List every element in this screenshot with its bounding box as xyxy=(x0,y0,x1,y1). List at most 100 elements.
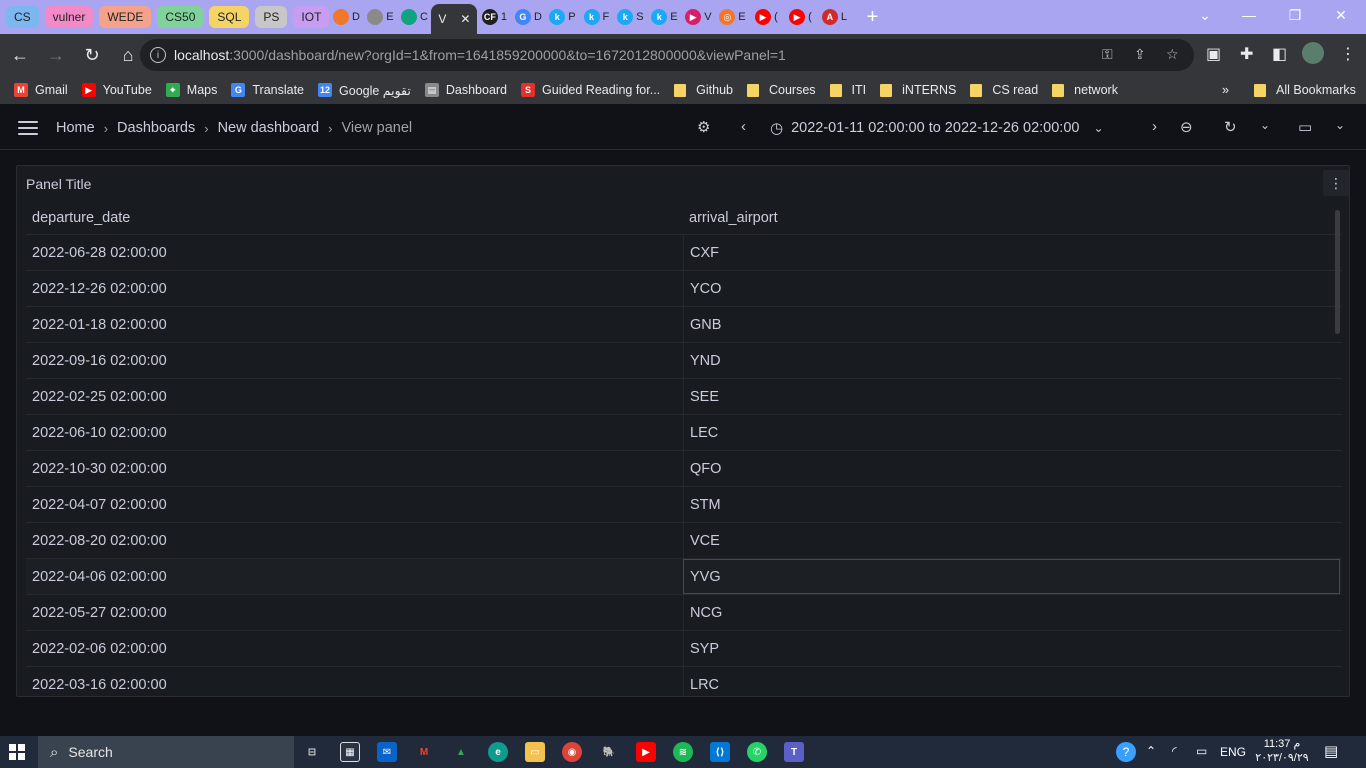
browser-tab[interactable]: AL xyxy=(817,0,851,34)
bookmark-folder[interactable]: Courses xyxy=(747,83,816,97)
column-header-arrival-airport[interactable]: arrival_airport xyxy=(683,202,1340,234)
column-header-departure-date[interactable]: departure_date xyxy=(26,202,683,234)
table-row[interactable]: 2022-03-16 02:00:00 LRC xyxy=(26,667,1342,696)
google-drive-icon[interactable]: ▲ xyxy=(451,742,471,762)
browser-tab[interactable]: D xyxy=(329,0,363,34)
browser-tab[interactable]: kS xyxy=(613,0,647,34)
browser-tab[interactable]: kP xyxy=(545,0,579,34)
spotify-icon[interactable]: ≋ xyxy=(673,742,693,762)
vscode-icon[interactable]: ⟨⟩ xyxy=(710,742,730,762)
table-row[interactable]: 2022-06-28 02:00:00 CXF xyxy=(26,235,1342,271)
edge-icon[interactable]: e xyxy=(488,742,508,762)
wifi-icon[interactable]: ◜ xyxy=(1172,744,1177,758)
table-row[interactable]: 2022-02-25 02:00:00 SEE xyxy=(26,379,1342,415)
tab-group-wede[interactable]: WEDE xyxy=(99,6,152,28)
tab-group-iot[interactable]: IOT xyxy=(293,6,330,28)
table-row[interactable]: 2022-10-30 02:00:00 QFO xyxy=(26,451,1342,487)
table-row[interactable]: 2022-12-26 02:00:00 YCO xyxy=(26,271,1342,307)
time-shift-forward-icon[interactable]: › xyxy=(1152,118,1157,135)
tv-mode-icon[interactable]: ▭ xyxy=(1298,118,1312,136)
browser-tab-active[interactable]: V ✕ xyxy=(431,4,478,34)
table-scrollbar[interactable] xyxy=(1335,210,1340,334)
browser-tab[interactable]: C xyxy=(397,0,431,34)
side-panel-icon[interactable]: ◧ xyxy=(1272,44,1287,64)
file-explorer-icon[interactable]: ▭ xyxy=(525,742,545,762)
new-tab-button[interactable]: + xyxy=(857,6,887,29)
share-icon[interactable]: ⇪ xyxy=(1134,46,1146,63)
zoom-out-icon[interactable]: ⊖ xyxy=(1180,118,1193,136)
chrome-icon[interactable]: ◉ xyxy=(562,742,582,762)
time-shift-back-icon[interactable]: ‹ xyxy=(741,118,746,135)
clock[interactable]: 11:37 م ٢٠٢٣/٠٩/٢٩ xyxy=(1252,737,1312,765)
minimize-button[interactable]: — xyxy=(1226,0,1272,30)
browser-tab[interactable]: kF xyxy=(579,0,613,34)
profile-avatar[interactable] xyxy=(1302,42,1324,64)
extension-icon[interactable]: ▣ xyxy=(1206,44,1221,64)
browser-tab[interactable]: E xyxy=(363,0,397,34)
bookmark-folder[interactable]: network xyxy=(1052,83,1118,97)
browser-tab[interactable]: ▶( xyxy=(749,0,783,34)
bookmark-youtube[interactable]: ▶ YouTube xyxy=(81,83,152,97)
browser-tab[interactable]: GD xyxy=(511,0,545,34)
table-row[interactable]: 2022-08-20 02:00:00 VCE xyxy=(26,523,1342,559)
extensions-puzzle-icon[interactable]: ✚ xyxy=(1240,44,1253,64)
time-range-picker[interactable]: ◷ 2022-01-11 02:00:00 to 2022-12-26 02:0… xyxy=(770,119,1104,137)
microsoft-store-icon[interactable]: ▦ xyxy=(340,742,360,762)
back-button[interactable]: ← xyxy=(4,39,36,71)
table-row[interactable]: 2022-04-06 02:00:00 YVG xyxy=(26,559,1342,595)
restore-button[interactable]: ❐ xyxy=(1272,0,1318,30)
address-bar[interactable]: i localhost:3000/dashboard/new?orgId=1&f… xyxy=(140,39,1194,71)
chrome-menu-icon[interactable]: ⋮ xyxy=(1340,44,1356,64)
refresh-interval-chevron-icon[interactable]: ⌄ xyxy=(1260,118,1270,132)
panel-menu-icon[interactable]: ⋮ xyxy=(1323,170,1349,196)
language-indicator[interactable]: ENG xyxy=(1220,745,1246,759)
tab-search-chevron-icon[interactable]: ⌄ xyxy=(1182,0,1228,30)
refresh-icon[interactable]: ↻ xyxy=(1224,118,1237,136)
taskbar-search[interactable]: ⌕ Search xyxy=(38,736,294,768)
show-hidden-icons-chevron-icon[interactable]: ⌃ xyxy=(1146,744,1156,758)
task-view-icon[interactable]: ⊟ xyxy=(302,742,322,762)
close-window-button[interactable]: ✕ xyxy=(1318,0,1364,30)
breadcrumb-dashboards[interactable]: Dashboards xyxy=(117,120,195,136)
bookmark-s[interactable]: S Guided Reading for... xyxy=(521,83,660,97)
table-row[interactable]: 2022-05-27 02:00:00 NCG xyxy=(26,595,1342,631)
bookmarks-overflow-button[interactable]: » xyxy=(1222,83,1229,97)
all-bookmarks[interactable]: All Bookmarks xyxy=(1254,83,1356,97)
tab-group-cs50[interactable]: CS50 xyxy=(157,6,204,28)
key-icon[interactable]: ⚿ xyxy=(1102,46,1113,63)
tv-mode-chevron-icon[interactable]: ⌄ xyxy=(1335,118,1345,132)
bookmark-maps[interactable]: ⌖ Maps xyxy=(165,83,217,97)
bookmark-gmail[interactable]: M Gmail xyxy=(14,83,68,97)
postgres-icon[interactable]: 🐘 xyxy=(599,742,619,762)
breadcrumb-home[interactable]: Home xyxy=(56,120,95,136)
tab-group-ps[interactable]: PS xyxy=(255,6,288,28)
bookmark-folder[interactable]: Github xyxy=(674,83,733,97)
browser-tab[interactable]: ▶ V xyxy=(681,0,715,34)
browser-tab[interactable]: CF 1 xyxy=(477,0,511,34)
menu-icon[interactable] xyxy=(18,121,38,139)
site-info-icon[interactable]: i xyxy=(150,47,166,63)
tab-group-sql[interactable]: SQL xyxy=(209,6,250,28)
table-row[interactable]: 2022-02-06 02:00:00 SYP xyxy=(26,631,1342,667)
tab-group-vulner[interactable]: vulner xyxy=(44,6,94,28)
forward-button[interactable]: → xyxy=(40,39,72,71)
bookmark-page[interactable]: ▤ Dashboard xyxy=(424,83,507,97)
battery-icon[interactable]: ▭ xyxy=(1196,744,1207,758)
bookmark-folder[interactable]: CS read xyxy=(970,83,1038,97)
notifications-icon[interactable]: ▤ xyxy=(1324,742,1338,760)
bookmark-translate[interactable]: G Translate xyxy=(231,83,304,97)
breadcrumb-new-dashboard[interactable]: New dashboard xyxy=(218,120,320,136)
bookmark-folder[interactable]: ITI xyxy=(829,83,866,97)
mail-icon[interactable]: ✉ xyxy=(377,742,397,762)
table-row[interactable]: 2022-09-16 02:00:00 YND xyxy=(26,343,1342,379)
windows-start-button[interactable] xyxy=(0,736,34,768)
table-row[interactable]: 2022-04-07 02:00:00 STM xyxy=(26,487,1342,523)
browser-tab[interactable]: kE xyxy=(647,0,681,34)
teams-icon[interactable]: T xyxy=(784,742,804,762)
bookmark-folder[interactable]: iNTERNS xyxy=(880,83,956,97)
help-icon[interactable]: ? xyxy=(1116,742,1136,762)
reload-button[interactable]: ↻ xyxy=(76,39,108,71)
close-tab-icon[interactable]: ✕ xyxy=(460,12,470,26)
browser-tab[interactable]: ◎ E xyxy=(715,0,749,34)
youtube-icon[interactable]: ▶ xyxy=(636,742,656,762)
